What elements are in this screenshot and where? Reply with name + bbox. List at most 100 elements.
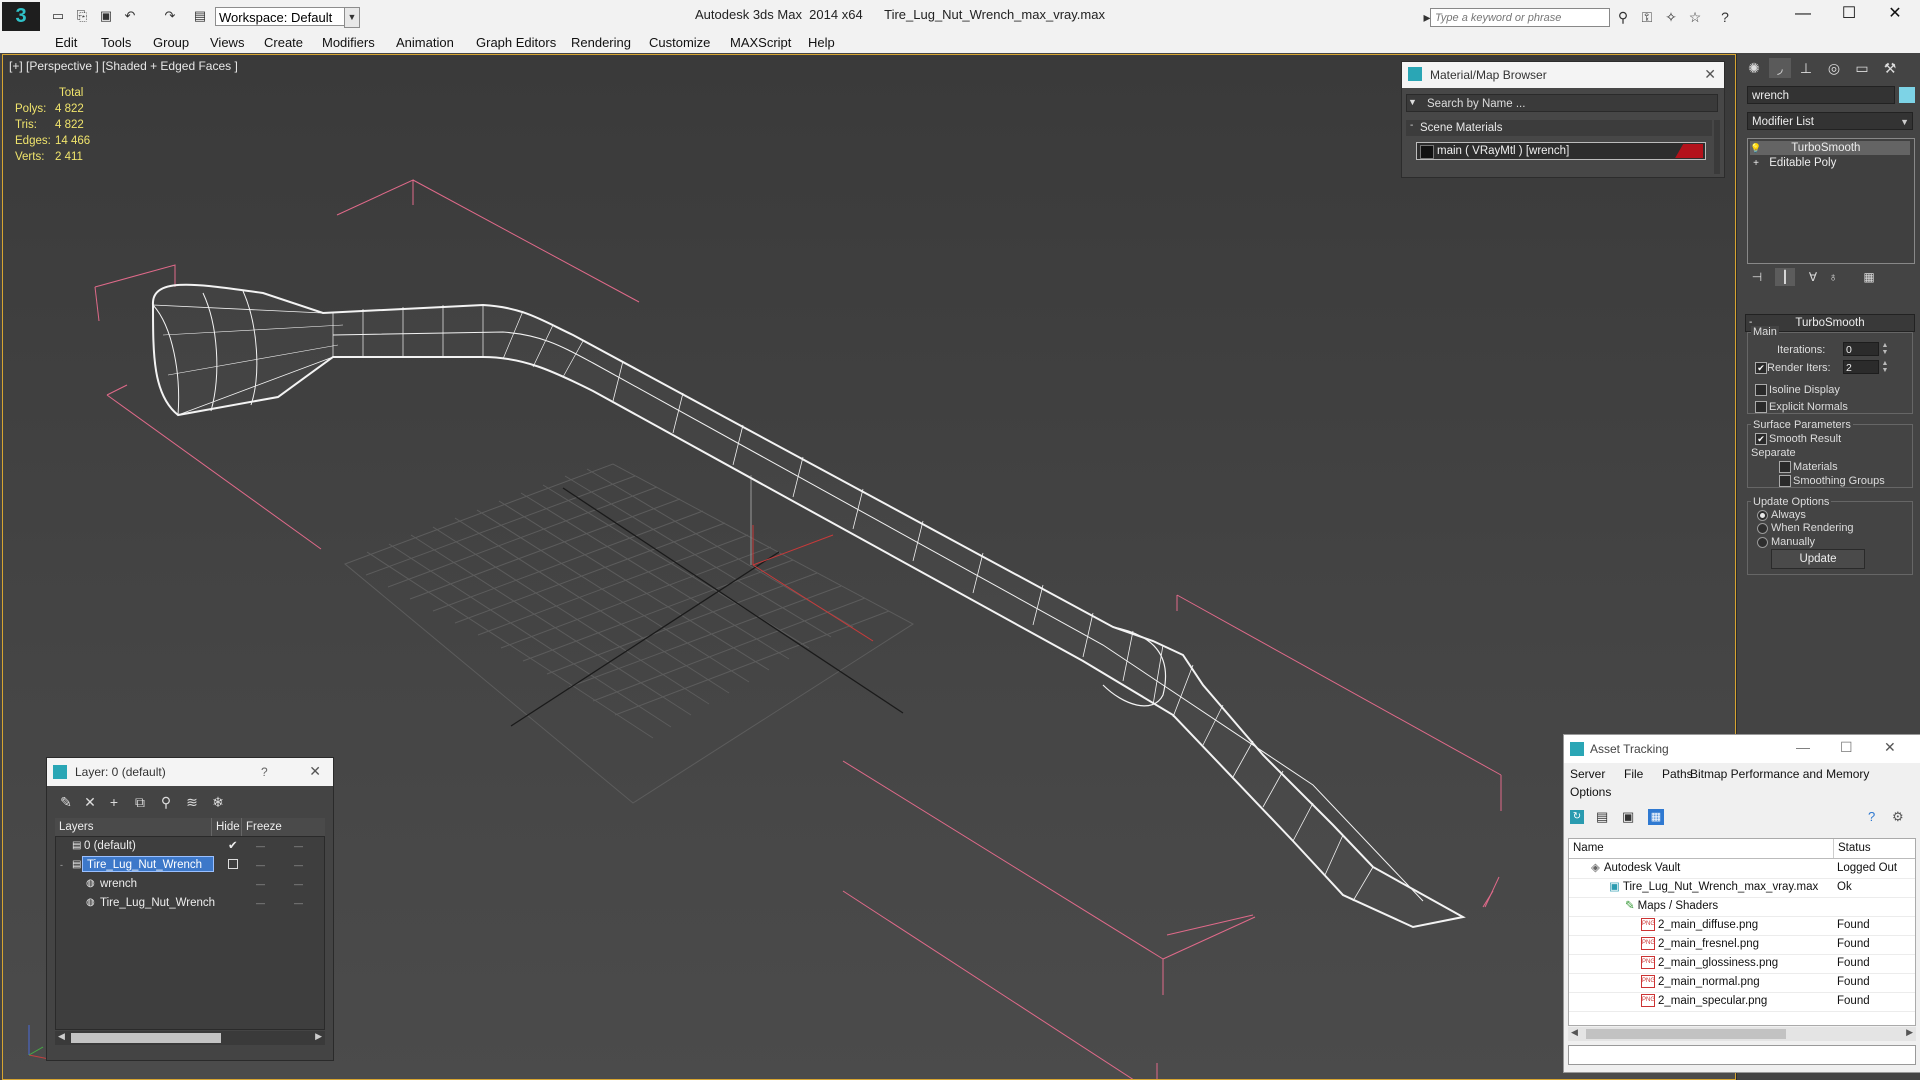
freeze-toggle[interactable]: —: [294, 837, 303, 855]
iterations-spinner[interactable]: 0: [1843, 342, 1879, 356]
isoline-display-checkbox[interactable]: [1755, 384, 1767, 396]
display-tab-icon[interactable]: ▭: [1851, 58, 1873, 78]
scroll-right-icon[interactable]: ▶: [315, 1031, 322, 1042]
stack-item-editable-poly[interactable]: + Editable Poly: [1750, 156, 1910, 170]
minimize-icon[interactable]: —: [1796, 739, 1810, 755]
menu-file[interactable]: File: [1624, 767, 1643, 781]
redo-icon[interactable]: ↷: [162, 9, 178, 23]
remove-modifier-icon[interactable]: ♁: [1823, 268, 1843, 286]
scrollbar[interactable]: [1714, 120, 1720, 174]
hide-all-icon[interactable]: ≋: [181, 792, 203, 812]
search-options-icon[interactable]: ▼: [1408, 97, 1417, 107]
materials-checkbox[interactable]: [1779, 461, 1791, 473]
menu-customize[interactable]: Customize: [649, 34, 710, 52]
workspace-dropdown[interactable]: Workspace: Default ▼: [215, 7, 360, 26]
column-name[interactable]: Name: [1573, 839, 1604, 858]
always-radio[interactable]: [1757, 510, 1768, 521]
highlight-layer-icon[interactable]: ⚲: [155, 792, 177, 812]
minimize-icon[interactable]: —: [1780, 0, 1826, 30]
search-input[interactable]: Type a keyword or phrase: [1430, 8, 1610, 27]
layer-object-row[interactable]: ◍ wrench — —: [56, 875, 326, 893]
set-active-layer-icon[interactable]: [228, 859, 238, 869]
spinner-arrows-icon[interactable]: ▲ ▼: [1881, 360, 1889, 374]
menu-group[interactable]: Group: [153, 34, 189, 52]
render-iters-spinner[interactable]: 2: [1843, 360, 1879, 374]
open-file-icon[interactable]: ⎘: [74, 9, 90, 23]
menu-graph-editors[interactable]: Graph Editors: [476, 34, 556, 52]
list-view-icon[interactable]: ▤: [1596, 809, 1608, 825]
asset-row[interactable]: PNG 2_main_diffuse.png Found: [1569, 916, 1915, 936]
asset-row[interactable]: PNG 2_main_specular.png Found: [1569, 992, 1915, 1012]
freeze-all-icon[interactable]: ❄: [207, 792, 229, 812]
select-objects-icon[interactable]: ⧉: [129, 792, 151, 812]
menu-animation[interactable]: Animation: [396, 34, 454, 52]
column-freeze[interactable]: Freeze: [241, 818, 282, 836]
freeze-toggle[interactable]: —: [294, 875, 303, 893]
material-browser-header[interactable]: Material/Map Browser ✕: [1402, 62, 1724, 88]
pin-stack-icon[interactable]: ⊣: [1747, 268, 1767, 286]
column-hide[interactable]: Hide: [211, 818, 240, 836]
layer-object-row[interactable]: ◍ Tire_Lug_Nut_Wrench — —: [56, 894, 326, 912]
menu-create[interactable]: Create: [264, 34, 303, 52]
manually-radio[interactable]: [1757, 537, 1768, 548]
smooth-result-checkbox[interactable]: ✔: [1755, 433, 1767, 445]
menu-modifiers[interactable]: Modifiers: [322, 34, 375, 52]
menu-server[interactable]: Server: [1570, 767, 1605, 781]
material-item[interactable]: main ( VRayMtl ) [wrench]: [1416, 142, 1706, 160]
menu-tools[interactable]: Tools: [101, 34, 131, 52]
scroll-right-icon[interactable]: ▶: [1906, 1027, 1913, 1038]
scrollbar-thumb[interactable]: [1586, 1029, 1786, 1039]
layer-dialog-header[interactable]: Layer: 0 (default) ? ✕: [47, 758, 333, 786]
create-tab-icon[interactable]: ✺: [1743, 58, 1765, 78]
when-rendering-radio[interactable]: [1757, 523, 1768, 534]
scroll-left-icon[interactable]: ◀: [58, 1031, 65, 1042]
close-icon[interactable]: ✕: [1884, 739, 1896, 756]
explicit-normals-checkbox[interactable]: [1755, 401, 1767, 413]
viewport-label[interactable]: [+] [Perspective ] [Shaded + Edged Faces…: [9, 59, 238, 73]
close-icon[interactable]: ✕: [1872, 0, 1918, 30]
delete-layer-icon[interactable]: ✕: [79, 792, 101, 812]
material-search-input[interactable]: Search by Name ...: [1406, 94, 1718, 112]
quick-access-menu-icon[interactable]: ▼: [344, 7, 360, 28]
subscription-icon[interactable]: ⚿: [1638, 9, 1656, 25]
menu-views[interactable]: Views: [210, 34, 244, 52]
column-status[interactable]: Status: [1833, 839, 1871, 858]
communication-center-icon[interactable]: ✧: [1662, 9, 1680, 25]
scrollbar-thumb[interactable]: [71, 1033, 221, 1043]
asset-row[interactable]: PNG 2_main_glossiness.png Found: [1569, 954, 1915, 974]
menu-bitmap-performance[interactable]: Bitmap Performance and Memory: [1690, 767, 1869, 781]
binoculars-icon[interactable]: ⚲: [1614, 9, 1632, 25]
make-unique-icon[interactable]: ∀: [1803, 268, 1823, 286]
favorites-star-icon[interactable]: ☆: [1686, 9, 1704, 25]
scene-materials-group[interactable]: Scene Materials: [1406, 120, 1712, 136]
layer-row[interactable]: - ▤ Tire_Lug_Nut_Wrench — —: [56, 856, 326, 874]
column-layers[interactable]: Layers: [59, 818, 94, 836]
asset-row[interactable]: ▣ Tire_Lug_Nut_Wrench_max_vray.max Ok: [1569, 878, 1915, 898]
asset-row[interactable]: ◈ Autodesk Vault Logged Out: [1569, 859, 1915, 879]
menu-options[interactable]: Options: [1570, 785, 1611, 799]
render-iters-checkbox[interactable]: ✔: [1755, 362, 1767, 374]
collapse-icon[interactable]: -: [60, 856, 63, 874]
scroll-left-icon[interactable]: ◀: [1571, 1027, 1578, 1038]
hide-toggle[interactable]: —: [256, 875, 265, 893]
add-to-layer-icon[interactable]: +: [103, 792, 125, 812]
help-icon[interactable]: ?: [1716, 9, 1734, 25]
new-file-icon[interactable]: ▭: [50, 9, 66, 23]
app-logo-icon[interactable]: 3: [2, 2, 40, 31]
options-icon[interactable]: ⚙: [1892, 809, 1904, 825]
close-icon[interactable]: ✕: [309, 763, 321, 780]
motion-tab-icon[interactable]: ◎: [1823, 58, 1845, 78]
spinner-arrows-icon[interactable]: ▲ ▼: [1881, 342, 1889, 356]
lightbulb-icon[interactable]: 💡: [1750, 141, 1762, 155]
menu-paths[interactable]: Paths: [1662, 767, 1693, 781]
table-view-icon[interactable]: ▦: [1648, 809, 1664, 825]
help-icon[interactable]: ?: [1868, 809, 1875, 824]
modify-tab-icon[interactable]: ◞: [1769, 58, 1791, 78]
horizontal-scrollbar[interactable]: ◀ ▶: [55, 1031, 325, 1045]
asset-tracking-header[interactable]: Asset Tracking — ☐ ✕: [1564, 735, 1920, 763]
object-color-swatch[interactable]: [1899, 87, 1915, 103]
asset-row[interactable]: ✎ Maps / Shaders: [1569, 897, 1915, 917]
save-file-icon[interactable]: ▣: [98, 9, 114, 23]
utilities-tab-icon[interactable]: ⚒: [1879, 58, 1901, 78]
hide-toggle[interactable]: —: [256, 894, 265, 912]
